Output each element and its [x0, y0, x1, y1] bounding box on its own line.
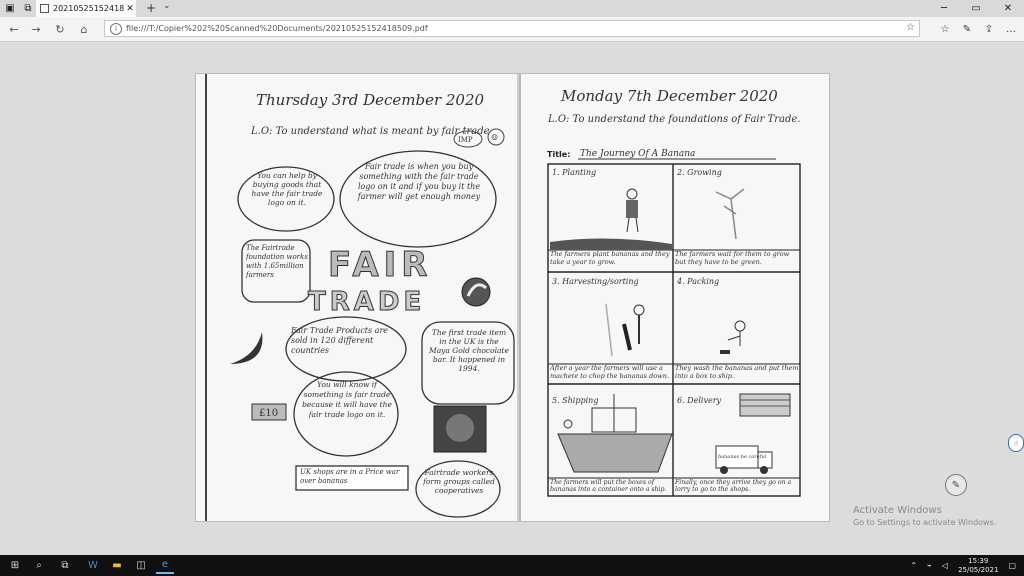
clock-time: 15:39	[968, 556, 989, 565]
browser-tab[interactable]: 20210525152418509.pc ✕	[36, 0, 136, 17]
bubble-help-buying: You can help by buying goods that have t…	[252, 171, 323, 207]
maximize-button[interactable]: ▭	[960, 0, 992, 17]
panel-3-heading: 3. Harvesting/sorting	[552, 277, 639, 286]
panel-4-heading: 4. Packing	[676, 277, 719, 286]
bubble-maya-gold: The first trade item in the UK is the Ma…	[429, 328, 509, 373]
favorites-icon[interactable]: ☆	[938, 21, 952, 37]
title-label: Title:	[547, 150, 570, 159]
tab-close-button[interactable]: ✕	[124, 4, 136, 14]
word-app-icon[interactable]: W	[84, 557, 102, 574]
search-icon[interactable]: ⌕	[30, 557, 48, 574]
minimize-button[interactable]: ─	[928, 0, 960, 17]
file-explorer-icon[interactable]: ▬	[108, 557, 126, 574]
price-tag: £10	[259, 408, 278, 419]
tab-switcher-icon[interactable]: ⧉	[22, 2, 34, 14]
clock[interactable]: 15:39 25/05/2021	[958, 557, 998, 575]
navigation-bar: ← → ↻ ⌂ i file:///T:/Copier%202%20Scanne…	[0, 17, 1024, 42]
windows-start-icon[interactable]: ⊞	[6, 557, 24, 574]
back-arrow-icon[interactable]: ←	[6, 21, 22, 37]
ink-pen-icon[interactable]: ✎	[945, 474, 967, 496]
favorite-star-icon[interactable]: ☆	[906, 22, 915, 33]
tab-strip: ▣ ⧉ 20210525152418509.pc ✕ + ⌄ ─ ▭ ✕	[0, 0, 1024, 17]
flag-icon	[739, 393, 791, 417]
panel-3-caption: After a year the farmers will use a mach…	[550, 365, 669, 379]
activate-title: Activate Windows	[853, 505, 942, 516]
panel-4-caption: They wash the bananas and put them into …	[675, 365, 799, 379]
address-text: file:///T:/Copier%202%20Scanned%20Docume…	[126, 24, 428, 33]
more-icon[interactable]: …	[1004, 21, 1018, 37]
pen-icon[interactable]: ✎	[960, 21, 974, 37]
tab-preview-icon[interactable]: ▣	[4, 2, 16, 14]
refresh-icon[interactable]: ↻	[52, 21, 68, 37]
new-tab-button[interactable]: +	[146, 1, 156, 15]
notifications-icon[interactable]: ▢	[1008, 561, 1016, 570]
panel-6-heading: 6. Delivery	[677, 396, 722, 405]
smiley-icon: ☺	[491, 133, 498, 142]
hand-cursor-icon[interactable]: ☝	[1008, 434, 1024, 452]
comic-title: The Journey Of A Banana	[580, 149, 695, 159]
clock-date: 25/05/2021	[958, 565, 999, 574]
window-controls: ─ ▭ ✕	[928, 0, 1024, 17]
pdf-page: Thursday 3rd December 2020 L.O: To under…	[195, 73, 830, 522]
pdf-icon	[40, 4, 49, 13]
camera-app-icon[interactable]: ◫	[132, 557, 150, 574]
panel-1-heading: 1. Planting	[552, 168, 596, 177]
panel-1-caption: The farmers plant bananas and they take …	[550, 251, 670, 265]
tab-title: 20210525152418509.pc	[53, 4, 124, 13]
fair-word: FAIR	[328, 245, 432, 285]
bubble-cooperatives: Fairtrade workers form groups called coo…	[423, 468, 495, 495]
edge-browser-icon[interactable]: e	[156, 557, 174, 574]
tab-actions: ▣ ⧉	[4, 2, 34, 14]
info-icon[interactable]: i	[110, 22, 122, 35]
left-date: Thursday 3rd December 2020	[256, 91, 485, 109]
price-war-note: UK shops are in a Price war over bananas	[300, 468, 399, 485]
bubble-fair-trade-definition: Fair trade is when you buy something wit…	[358, 162, 480, 201]
volume-icon[interactable]: ◁	[942, 561, 948, 570]
right-date: Monday 7th December 2020	[560, 87, 778, 105]
panel-5-caption: The farmers will put the boxes of banana…	[550, 479, 666, 493]
chevron-down-icon[interactable]: ⌄	[163, 1, 171, 11]
home-icon[interactable]: ⌂	[76, 21, 92, 37]
task-view-icon[interactable]: ⧉	[56, 557, 74, 574]
share-icon[interactable]: ⇪	[982, 21, 996, 37]
address-bar[interactable]: i file:///T:/Copier%202%20Scanned%20Docu…	[104, 20, 920, 37]
imp-label: IMP	[458, 136, 473, 144]
lorry-label: bananas be careful	[718, 454, 767, 460]
left-lo: L.O: To understand what is meant by fair…	[250, 126, 490, 137]
system-tray: ⌃ ⌁ ◁ 15:39 25/05/2021 ▢	[910, 555, 1016, 576]
forward-arrow-icon[interactable]: →	[28, 21, 44, 37]
toolbar-right: ☆ ✎ ⇪ …	[938, 21, 1018, 37]
trade-word: TRADE	[308, 287, 425, 317]
right-lo: L.O: To understand the foundations of Fa…	[548, 114, 800, 125]
activate-subtitle: Go to Settings to activate Windows.	[853, 518, 997, 527]
activate-windows-watermark: Activate Windows Go to Settings to activ…	[853, 505, 996, 527]
bubble-know-logo: You will know if something is fair trade…	[302, 380, 392, 419]
panel-2-heading: 2. Growing	[676, 168, 722, 177]
panel-2-caption: The farmers wait for them to grow but th…	[675, 251, 789, 265]
close-window-button[interactable]: ✕	[992, 0, 1024, 17]
panel-5-heading: 5. Shipping	[552, 396, 598, 405]
network-icon[interactable]: ⌁	[927, 561, 932, 570]
bubble-sold-countries: Fair Trade Products are sold in 120 diff…	[291, 326, 388, 355]
scanned-notebook: Thursday 3rd December 2020 L.O: To under…	[196, 74, 829, 521]
fairtrade-logo-icon	[461, 277, 491, 307]
taskbar: ⊞ ⌕ ⧉ W ▬ ◫ e ⌃ ⌁ ◁ 15:39 25/05/2021 ▢	[0, 555, 1024, 576]
tray-expand-icon[interactable]: ⌃	[910, 561, 917, 570]
panel-6-caption: Finally, once they arrive they go on a l…	[675, 479, 791, 493]
bubble-foundation-farmers: The Fairtrade foundation works with 1.65…	[246, 244, 308, 279]
